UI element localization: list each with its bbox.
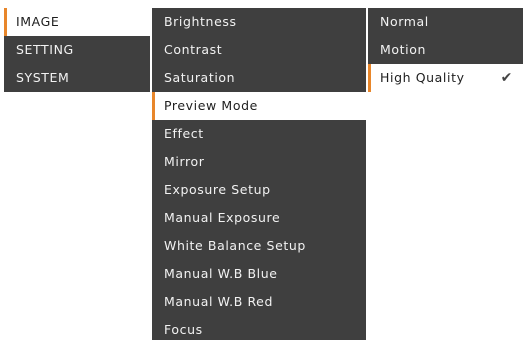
menu-item-preview-mode[interactable]: Preview Mode [152, 92, 366, 120]
option-label: High Quality [380, 70, 465, 85]
menu-item-image[interactable]: IMAGE [4, 8, 150, 36]
menu-item-contrast[interactable]: Contrast [152, 36, 366, 64]
menu-item-manual-wb-red[interactable]: Manual W.B Red [152, 288, 366, 316]
main-menu: IMAGE SETTING SYSTEM [4, 8, 150, 92]
option-motion[interactable]: Motion [368, 36, 523, 64]
menu-item-saturation[interactable]: Saturation [152, 64, 366, 92]
menu-item-system[interactable]: SYSTEM [4, 64, 150, 92]
menu-item-setting[interactable]: SETTING [4, 36, 150, 64]
menu-item-manual-wb-blue[interactable]: Manual W.B Blue [152, 260, 366, 288]
menu-item-brightness[interactable]: Brightness [152, 8, 366, 36]
preview-mode-submenu: Normal Motion High Quality ✔ [368, 8, 523, 92]
option-high-quality[interactable]: High Quality ✔ [368, 64, 523, 92]
option-normal[interactable]: Normal [368, 8, 523, 36]
checkmark-icon: ✔ [500, 70, 513, 86]
menu-item-exposure-setup[interactable]: Exposure Setup [152, 176, 366, 204]
menu-item-manual-exposure[interactable]: Manual Exposure [152, 204, 366, 232]
menu-item-mirror[interactable]: Mirror [152, 148, 366, 176]
menu-item-white-balance-setup[interactable]: White Balance Setup [152, 232, 366, 260]
menu-item-effect[interactable]: Effect [152, 120, 366, 148]
image-submenu: Brightness Contrast Saturation Preview M… [152, 8, 366, 340]
